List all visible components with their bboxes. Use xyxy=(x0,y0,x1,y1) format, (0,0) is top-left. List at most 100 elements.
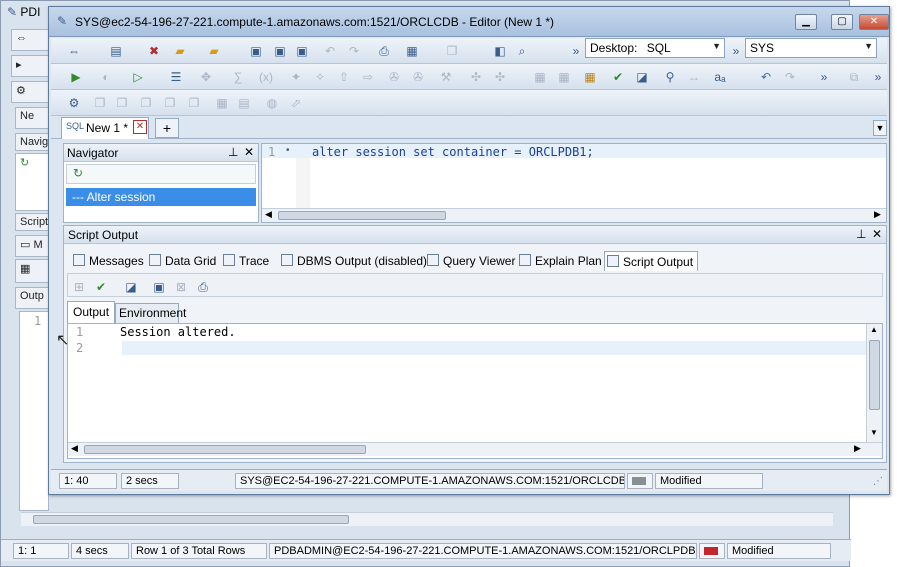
scroll-up-icon[interactable]: ▲ xyxy=(870,325,878,334)
refresh-icon[interactable]: ↻ xyxy=(20,157,29,169)
minimize-button[interactable]: ▁ xyxy=(795,14,817,30)
commit-icon[interactable]: ✦ xyxy=(287,68,305,86)
tab-trace[interactable]: Trace xyxy=(221,251,273,271)
redo-icon[interactable]: ↷ xyxy=(781,68,799,86)
stop-icon[interactable]: ⊠ xyxy=(172,278,190,296)
run-script-icon[interactable]: ▷ xyxy=(129,68,147,86)
desktop-combo[interactable]: Desktop: SQL ▼ xyxy=(585,38,725,58)
monitor-icon[interactable]: ◧ xyxy=(491,42,509,60)
run-statement-icon[interactable]: ▶ xyxy=(67,68,85,86)
sql-code-line[interactable]: alter session set container = ORCLPDB1; xyxy=(312,145,594,159)
save-icon[interactable]: ▣ xyxy=(247,42,265,60)
undo-history-icon[interactable]: ↶ xyxy=(321,42,339,60)
replace-icon[interactable]: ↔ xyxy=(685,68,703,86)
output-horizontal-scrollbar[interactable]: ◀ ▶ xyxy=(68,442,882,456)
save-output-icon[interactable]: ▣ xyxy=(150,278,168,296)
scroll-left-icon[interactable]: ◀ xyxy=(71,443,78,454)
print-icon[interactable]: ⎙ xyxy=(194,278,212,296)
connection-combo[interactable]: SYS ▼ xyxy=(745,38,877,58)
change-case-icon[interactable]: aₐ xyxy=(711,68,729,86)
check-icon[interactable]: ✔ xyxy=(609,68,627,86)
sql-worksheet-icon[interactable]: ▤ xyxy=(107,42,125,60)
sql-tuning-icon[interactable]: ∑ xyxy=(229,68,247,86)
close-button[interactable]: ✕ xyxy=(859,14,889,30)
pin-output-icon[interactable]: ⊞ xyxy=(70,278,88,296)
window-options-icon[interactable]: ⧉ xyxy=(845,68,863,86)
clear-output-icon[interactable]: ◪ xyxy=(122,278,140,296)
find-icon[interactable]: ⚲ xyxy=(661,68,679,86)
settings-gear-icon[interactable]: ⚙ xyxy=(65,94,83,112)
step-icon[interactable]: ⇧ xyxy=(335,68,353,86)
find-db-icon[interactable]: ⌕ xyxy=(513,42,531,60)
split-icon[interactable]: ❐ xyxy=(185,94,203,112)
save-all-icon[interactable]: ▣ xyxy=(293,42,311,60)
print-icon[interactable]: ⎙ xyxy=(375,42,393,60)
tab-output[interactable]: Output xyxy=(67,301,115,323)
tab-messages[interactable]: Messages xyxy=(71,251,148,271)
cut-icon[interactable]: ▦ xyxy=(531,68,549,86)
pin-icon[interactable]: ⊥ xyxy=(228,145,238,159)
profiler-icon[interactable]: ✣ xyxy=(467,68,485,86)
copy-icon[interactable]: ❐ xyxy=(443,42,461,60)
bg-sql-tab[interactable]: Ne xyxy=(15,107,49,129)
open-recent-icon[interactable]: ▰ xyxy=(205,42,223,60)
link-icon[interactable]: ⬀ xyxy=(287,94,305,112)
tab-script-output[interactable]: Script Output xyxy=(604,251,699,271)
paste-icon[interactable]: ▦ xyxy=(581,68,599,86)
format-icon[interactable]: (x) xyxy=(257,68,275,86)
navigator-item-alter-session[interactable]: --- Alter session xyxy=(66,188,256,206)
reports-icon[interactable]: ▦ xyxy=(403,42,421,60)
tab-environment[interactable]: Environment xyxy=(115,303,186,323)
rollback-icon[interactable]: ✧ xyxy=(311,68,329,86)
move-item-icon[interactable]: ❐ xyxy=(137,94,155,112)
scroll-right-icon[interactable]: ▶ xyxy=(874,209,881,220)
tool-icon[interactable]: ◍ xyxy=(263,94,281,112)
editor-horizontal-scrollbar[interactable]: ◀ ▶ xyxy=(262,208,886,222)
redo-history-icon[interactable]: ↷ xyxy=(345,42,363,60)
tab-data-grid[interactable]: Data Grid xyxy=(147,251,220,271)
new-item-icon[interactable]: ❐ xyxy=(91,94,109,112)
title-bar[interactable]: ✎ SYS@ec2-54-196-27-221.compute-1.amazon… xyxy=(49,7,889,37)
explain-icon[interactable]: ☰ xyxy=(167,68,185,86)
gear-icon[interactable]: ⚙ xyxy=(11,81,49,103)
maximize-button[interactable]: ▢ xyxy=(831,14,853,30)
tab-query-viewer[interactable]: Query Viewer xyxy=(425,251,519,271)
bg-toolbar-button[interactable]: ▸ xyxy=(11,55,49,77)
compile-icon[interactable]: ⚒ xyxy=(437,68,455,86)
editor-scroll-thumb[interactable] xyxy=(278,211,446,220)
breakpoint-icon[interactable]: ✇ xyxy=(409,68,427,86)
save-as-icon[interactable]: ▣ xyxy=(271,42,289,60)
bg-scroll-thumb[interactable] xyxy=(33,515,349,524)
check-icon[interactable]: ✔ xyxy=(92,278,110,296)
sql-editor[interactable]: 1 • alter session set container = ORCLPD… xyxy=(261,143,887,223)
output-vertical-scrollbar[interactable]: ▲ ▼ xyxy=(866,324,882,442)
autotrace-icon[interactable]: ✥ xyxy=(197,68,215,86)
script-output-text[interactable]: 1 Session altered. 2 ▲ ▼ ◀ ▶ xyxy=(67,323,883,459)
debug-icon[interactable]: ✇ xyxy=(385,68,403,86)
bg-messages-tab[interactable]: ▭ M xyxy=(15,235,49,257)
refresh-icon[interactable]: ↻ xyxy=(73,166,83,180)
copy-icon[interactable]: ▦ xyxy=(555,68,573,86)
scroll-right-icon[interactable]: ▶ xyxy=(854,443,861,454)
more-chevron-icon[interactable]: » xyxy=(567,42,585,60)
merge-icon[interactable]: ❐ xyxy=(161,94,179,112)
open-folder-icon[interactable]: ▰ xyxy=(171,42,189,60)
scroll-left-icon[interactable]: ◀ xyxy=(265,209,272,220)
clear-icon[interactable]: ◪ xyxy=(633,68,651,86)
more-chevron-icon[interactable]: » xyxy=(815,68,833,86)
output-hscroll-thumb[interactable] xyxy=(84,445,366,454)
output-vscroll-thumb[interactable] xyxy=(869,340,880,410)
connect-icon[interactable]: ⇔ xyxy=(65,42,83,60)
close-icon[interactable]: ✕ xyxy=(872,227,882,241)
resize-grip-icon[interactable]: ⋰ xyxy=(873,476,883,487)
bg-toolbar-button[interactable]: ⇔ xyxy=(11,29,49,51)
run-script-icon[interactable]: ◐ xyxy=(97,68,115,86)
add-tab-button[interactable]: + xyxy=(155,118,179,138)
scroll-down-icon[interactable]: ▼ xyxy=(870,428,878,437)
document-icon[interactable]: ▤ xyxy=(235,94,253,112)
pin-icon[interactable]: ⊥ xyxy=(856,227,866,241)
copy-item-icon[interactable]: ❐ xyxy=(113,94,131,112)
bg-horizontal-scrollbar[interactable] xyxy=(21,512,833,526)
tab-dbms-output[interactable]: DBMS Output (disabled) xyxy=(279,251,431,271)
delete-icon[interactable]: ✖ xyxy=(145,42,163,60)
